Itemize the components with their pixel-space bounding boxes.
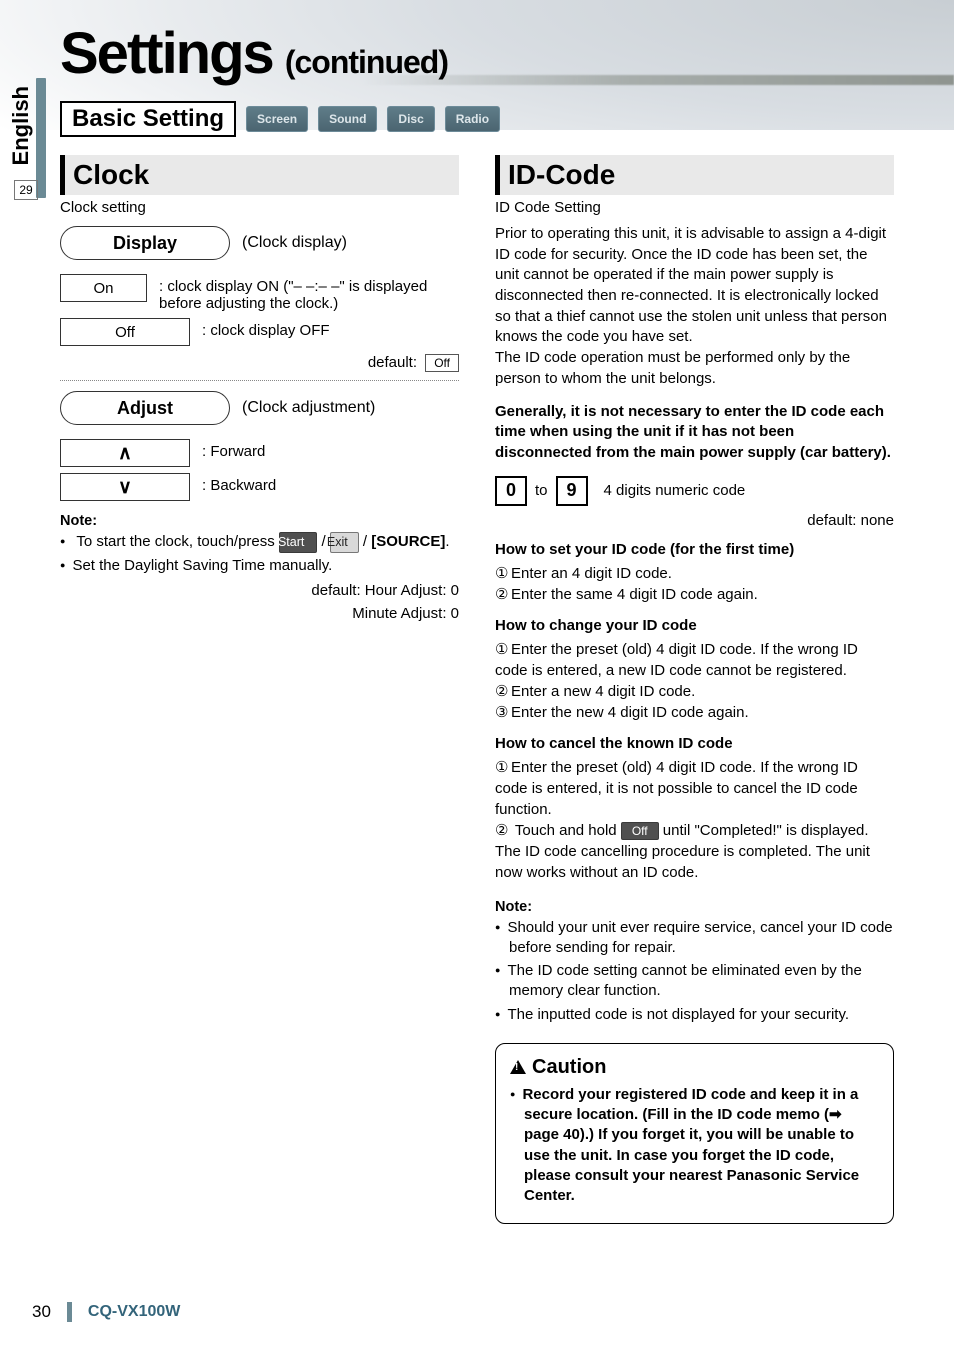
clock-heading: Clock [60,155,459,195]
clock-note-list: To start the clock, touch/press Start / … [60,532,459,576]
source-key-label: [SOURCE] [371,533,445,550]
page-title: Settings [60,20,273,87]
clock-note-1d: . [445,533,449,550]
how-set-2: ②Enter the same 4 digit ID code again. [495,584,894,605]
how-cancel-2: ② Touch and hold Off until "Completed!" … [495,820,894,883]
idcode-heading: ID-Code [495,155,894,195]
adjust-default-2: Minute Adjust: 0 [60,605,459,622]
how-change-2: ②Enter a new 4 digit ID code. [495,681,894,702]
adjust-backward-box[interactable]: ∨ [60,473,190,501]
display-on-box[interactable]: On [60,274,147,302]
digit-0-box: 0 [495,476,527,506]
how-cancel-1: ①Enter the preset (old) 4 digit ID code.… [495,757,894,820]
display-default-value: Off [425,354,459,372]
how-change-title: How to change your ID code [495,615,894,636]
adjust-pill-desc: (Clock adjustment) [242,399,375,417]
clock-note-2: Set the Daylight Saving Time manually. [60,556,459,576]
display-pill: Display [60,226,230,260]
footer-model: CQ-VX100W [88,1303,180,1321]
start-button[interactable]: Start [279,532,317,553]
idcode-note-head: Note: [495,899,894,915]
how-cancel: How to cancel the known ID code ①Enter t… [495,733,894,883]
clock-note-1: To start the clock, touch/press Start / … [60,532,459,553]
chip-screen[interactable]: Screen [246,106,308,132]
footer: 30 CQ-VX100W [32,1302,180,1322]
clock-note-head: Note: [60,513,459,529]
idcode-intro-2: The ID code operation must be performed … [495,349,850,387]
off-button[interactable]: Off [621,822,659,840]
caution-title-row: Caution [510,1056,879,1079]
how-cancel-title: How to cancel the known ID code [495,733,894,754]
page-subtitle: (continued) [285,44,448,81]
caution-body: Record your registered ID code and keep … [510,1085,879,1207]
col-clock: Clock Clock setting Display (Clock displ… [60,155,459,1224]
exit-button[interactable]: Exit [330,532,359,553]
digits-label: 4 digits numeric code [604,482,746,499]
chip-radio[interactable]: Radio [445,106,500,132]
how-set: How to set your ID code (for the first t… [495,539,894,605]
chip-disc[interactable]: Disc [387,106,434,132]
adjust-forward-box[interactable]: ∧ [60,439,190,467]
caution-title: Caution [532,1056,606,1079]
display-default-label: default: [368,354,417,371]
idcode-note-1: Should your unit ever require service, c… [495,918,894,959]
footer-accent-bar [67,1302,72,1322]
adjust-backward-text: : Backward [202,473,276,494]
how-change-1: ①Enter the preset (old) 4 digit ID code.… [495,639,894,681]
idcode-note-list: Should your unit ever require service, c… [495,918,894,1025]
clock-note-1a: To start the clock, touch/press [76,533,279,550]
idcode-note-3: The inputted code is not displayed for y… [495,1005,894,1025]
display-pill-desc: (Clock display) [242,234,347,252]
idcode-intro-1: Prior to operating this unit, it is advi… [495,225,887,345]
how-cancel-2a: Touch and hold [515,822,621,839]
idcode-intro: Prior to operating this unit, it is advi… [495,224,894,390]
clock-subheading: Clock setting [60,199,459,216]
basic-setting-row: Basic Setting Screen Sound Disc Radio [60,101,894,137]
display-default: default: Off [60,354,459,372]
warning-icon [510,1060,526,1074]
col-idcode: ID-Code ID Code Setting Prior to operati… [495,155,894,1224]
adjust-pill: Adjust [60,391,230,425]
divider [60,380,459,381]
how-set-title: How to set your ID code (for the first t… [495,539,894,560]
digit-9-box: 9 [556,476,588,506]
page-title-row: Settings (continued) [60,20,894,87]
how-set-1: ①Enter an 4 digit ID code. [495,563,894,584]
adjust-default-1: default: Hour Adjust: 0 [60,582,459,599]
clock-note-1b: / [363,533,371,550]
chip-sound[interactable]: Sound [318,106,377,132]
adjust-forward-text: : Forward [202,439,265,460]
idcode-generally: Generally, it is not necessary to enter … [495,402,894,464]
idcode-digits-row: 0 to 9 4 digits numeric code [495,476,894,506]
idcode-default: default: none [495,512,894,529]
caution-box: Caution Record your registered ID code a… [495,1043,894,1225]
display-off-box[interactable]: Off [60,318,190,346]
footer-page: 30 [32,1302,51,1322]
caution-list: Record your registered ID code and keep … [510,1085,879,1207]
how-change: How to change your ID code ①Enter the pr… [495,615,894,723]
display-off-text: : clock display OFF [202,318,330,339]
idcode-note-2: The ID code setting cannot be eliminated… [495,961,894,1002]
display-on-text: : clock display ON ("– –:– –" is display… [159,274,459,312]
idcode-subheading: ID Code Setting [495,199,894,216]
how-change-3: ③Enter the new 4 digit ID code again. [495,702,894,723]
digits-to: to [535,482,548,499]
basic-setting-label: Basic Setting [60,101,236,137]
